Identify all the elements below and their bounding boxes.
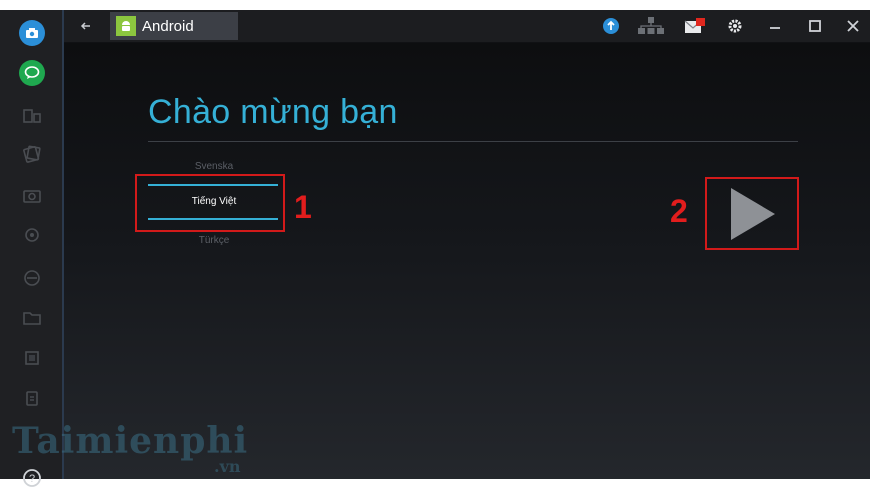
camera-outline-icon[interactable]	[22, 186, 42, 206]
minimize-icon[interactable]	[764, 16, 786, 36]
notification-icon[interactable]	[684, 16, 706, 36]
clipboard-icon[interactable]	[22, 388, 42, 408]
upload-icon[interactable]	[600, 16, 622, 36]
watermark-logo: Taimienphi	[12, 420, 249, 462]
chat-icon[interactable]	[19, 60, 45, 86]
title-divider	[148, 141, 798, 142]
location-icon[interactable]	[22, 226, 42, 246]
network-icon[interactable]	[636, 16, 666, 36]
play-arrow-icon	[731, 188, 775, 240]
folder-icon[interactable]	[22, 308, 42, 328]
no-entry-icon[interactable]	[22, 268, 42, 288]
android-icon	[116, 16, 136, 36]
back-arrow-icon[interactable]	[76, 16, 96, 36]
watermark-domain: .vn	[214, 457, 241, 476]
copy-icon[interactable]	[22, 348, 42, 368]
gear-icon[interactable]	[724, 16, 746, 36]
svg-text:?: ?	[29, 473, 35, 485]
camera-icon[interactable]	[19, 20, 45, 46]
welcome-title: Chào mừng bạn	[148, 93, 398, 131]
android-screen: Chào mừng bạn Svenska Tiếng Việt Türkçe …	[64, 43, 870, 479]
close-icon[interactable]	[842, 16, 864, 36]
step-number-2: 2	[670, 193, 688, 229]
language-option-below[interactable]: Türkçe	[144, 235, 284, 246]
emulator-window: ? Android Chào mừng bạn Svenska Tiếng Vi…	[0, 10, 870, 487]
help-icon[interactable]: ?	[22, 468, 42, 488]
cards-icon[interactable]	[22, 144, 42, 164]
title-bar: Android	[64, 10, 870, 43]
language-option-above[interactable]: Svenska	[144, 161, 284, 172]
next-button[interactable]	[708, 179, 796, 249]
step-number-1: 1	[294, 189, 312, 225]
tab-title: Android	[142, 17, 194, 35]
apps-icon[interactable]	[22, 106, 42, 126]
tab-android[interactable]: Android	[110, 12, 238, 40]
sidebar: ?	[0, 10, 64, 487]
maximize-icon[interactable]	[804, 16, 826, 36]
highlight-box-language	[135, 174, 285, 232]
